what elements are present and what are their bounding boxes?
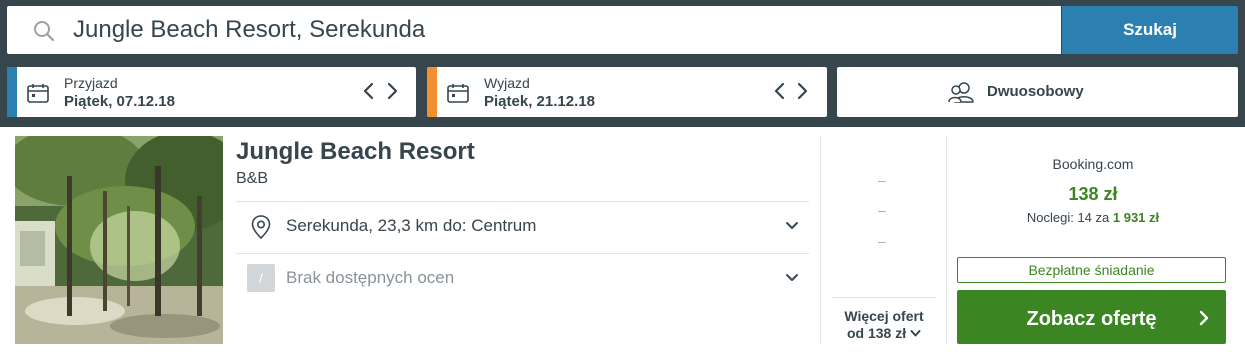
view-deal-button[interactable]: Zobacz ofertę [957,290,1226,344]
location-text: Serekunda, 23,3 km do: Centrum [286,216,537,235]
chevron-left-icon[interactable] [360,80,378,102]
chevron-down-icon[interactable] [785,219,799,233]
chevron-right-icon [1199,310,1209,326]
nights-prefix: Noclegi: 14 za [1026,210,1110,225]
search-input[interactable]: Jungle Beach Resort, Serekunda [7,6,1061,54]
deal-price: 138 zł [1068,184,1118,204]
rating-text: Brak dostępnych ocen [286,268,455,287]
deal-nights-total: Noclegi: 14 za 1 931 zł [948,210,1238,225]
chevron-down-icon[interactable] [785,271,799,285]
checkout-label: Wyjazd [484,75,530,91]
hotel-name[interactable]: Jungle Beach Resort [236,138,475,166]
room-type-value: Dwuosobowy [987,83,1084,100]
rating-badge: / [247,264,275,292]
alt-offer-placeholder: – [878,202,886,218]
calendar-icon [27,84,49,103]
checkin-label: Przyjazd [64,75,118,91]
hotel-board-type: B&B [236,170,269,187]
chevron-right-icon[interactable] [793,80,811,102]
nights-total-price: 1 931 zł [1112,210,1160,225]
search-header: Jungle Beach Resort, Serekunda Szukaj Pr… [0,0,1245,127]
location-pin-icon [251,215,271,239]
more-offers-link[interactable]: Więcej ofert od 138 zł [832,308,936,342]
chevron-right-icon[interactable] [383,80,401,102]
view-deal-label: Zobacz ofertę [1026,308,1157,330]
hotel-photo[interactable] [15,136,223,344]
checkin-value: Piątek, 07.12.18 [64,93,175,110]
checkin-date-field[interactable]: Przyjazd Piątek, 07.12.18 [7,67,416,117]
room-type-selector[interactable]: Dwuosobowy [837,67,1238,117]
search-button[interactable]: Szukaj [1062,6,1238,54]
more-offers-label: Więcej ofert [844,308,924,324]
column-divider [946,136,947,344]
deal-provider: Booking.com [1052,156,1134,172]
people-icon [948,82,974,103]
hotel-photo-image [15,136,223,344]
search-query[interactable]: Jungle Beach Resort, Serekunda [73,6,425,54]
search-icon [34,21,55,42]
more-offers-price: od 138 zł [846,325,907,341]
more-offers-price-line: od 138 zł [832,325,936,342]
calendar-icon [447,84,469,103]
location-row[interactable]: Serekunda, 23,3 km do: Centrum [236,201,809,253]
checkout-value: Piątek, 21.12.18 [484,93,595,110]
rating-row[interactable]: / Brak dostępnych ocen [236,253,809,305]
checkout-accent-stripe [427,67,437,117]
chevron-left-icon[interactable] [771,80,789,102]
divider [832,297,936,298]
chevron-down-icon [910,330,921,337]
column-divider [820,136,821,344]
alt-offer-placeholder: – [878,172,886,188]
alt-offer-placeholder: – [878,233,886,249]
checkout-date-field[interactable]: Wyjazd Piątek, 21.12.18 [427,67,827,117]
checkin-accent-stripe [7,67,17,117]
free-breakfast-badge: Bezpłatne śniadanie [957,257,1226,283]
